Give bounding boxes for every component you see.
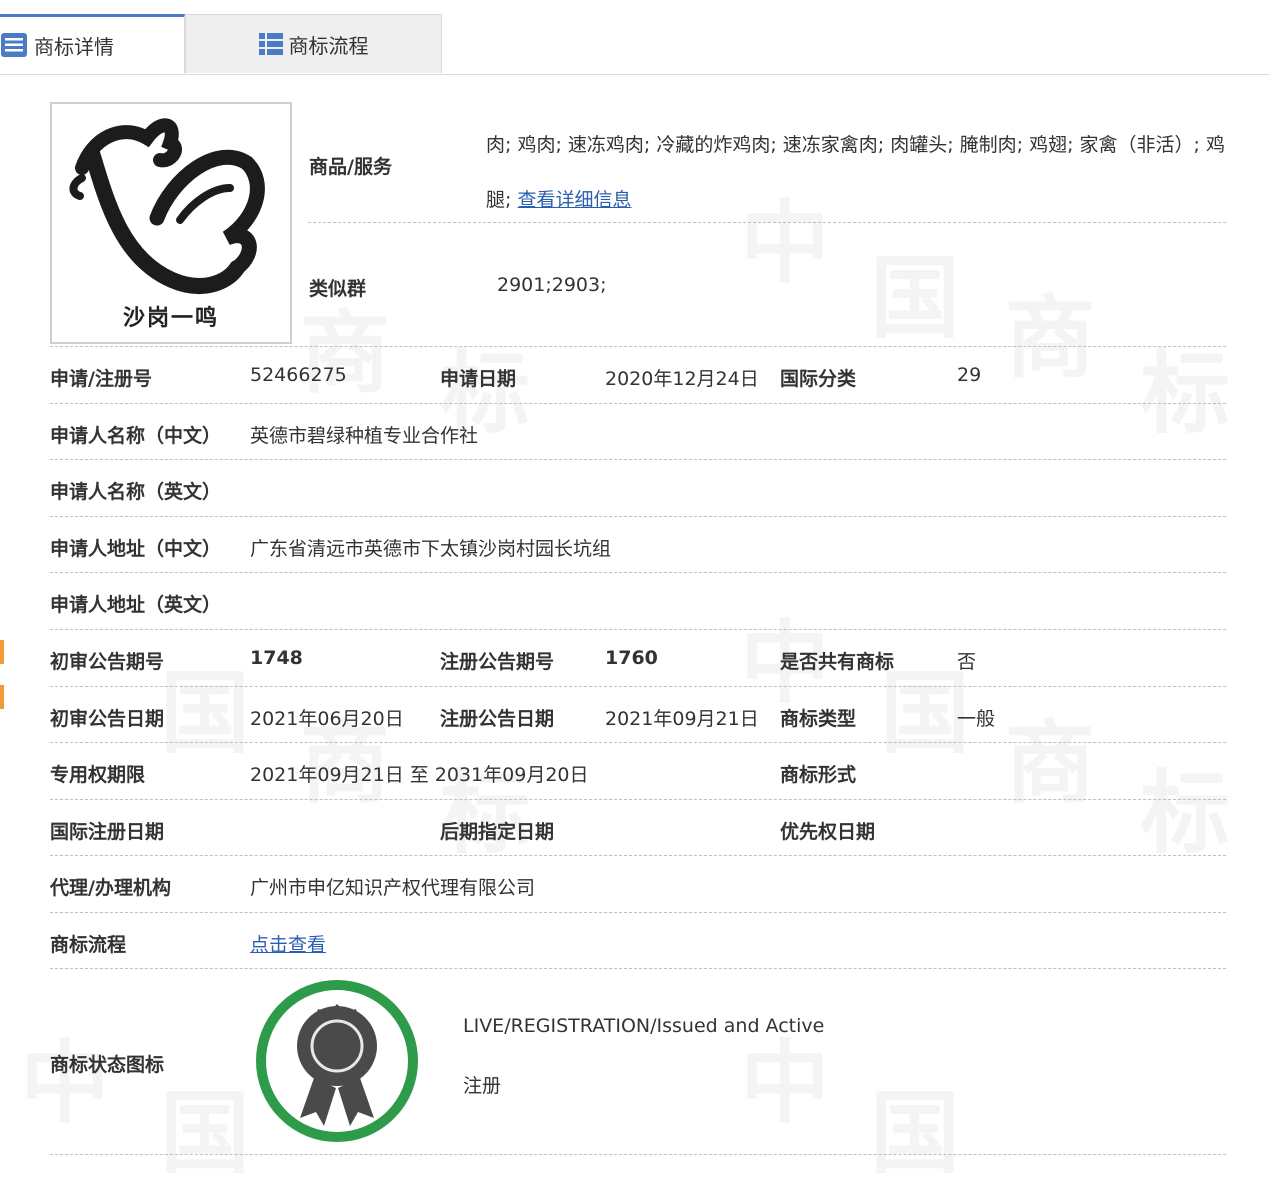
watermark: 国 — [870, 225, 960, 355]
tab-trademark-process[interactable]: 商标流程 — [185, 14, 442, 73]
status-label: 商标状态图标 — [50, 1054, 165, 1076]
prelim-date-value: 2021年06月20日 — [250, 708, 404, 730]
divider — [50, 742, 1226, 743]
divider — [50, 403, 1226, 404]
watermark: 国 — [160, 640, 250, 770]
tab-bar: 商标详情 商标流程 — [0, 0, 1269, 75]
divider — [50, 799, 1226, 800]
agent-value: 广州市申亿知识产权代理有限公司 — [250, 877, 536, 899]
logo-text: 沙岗一鸣 — [122, 305, 219, 331]
address-cn-label: 申请人地址（中文） — [50, 538, 222, 560]
rooster-logo-icon — [69, 118, 265, 294]
prelim-issue-value: 1748 — [250, 647, 303, 669]
divider — [50, 855, 1226, 856]
watermark: 商 — [1005, 265, 1095, 395]
divider — [50, 912, 1226, 913]
process-link[interactable]: 点击查看 — [250, 930, 326, 957]
watermark: 商 — [1005, 690, 1095, 820]
registered-badge-icon — [256, 980, 418, 1142]
watermark: 国 — [160, 1060, 250, 1190]
edge-marker — [0, 640, 4, 664]
prelim-date-label: 初审公告日期 — [50, 708, 165, 730]
divider — [50, 1154, 1226, 1155]
process-label: 商标流程 — [50, 934, 127, 956]
intl-class-value: 29 — [957, 364, 982, 386]
watermark: 国 — [870, 1060, 960, 1190]
address-en-label: 申请人地址（英文） — [50, 594, 222, 616]
prelim-issue-label: 初审公告期号 — [50, 651, 165, 673]
divider — [50, 629, 1226, 630]
applicant-en-label: 申请人名称（英文） — [50, 481, 222, 503]
app-date-label: 申请日期 — [440, 368, 517, 390]
view-detail-link[interactable]: 查看详细信息 — [517, 189, 631, 211]
divider — [50, 516, 1226, 517]
goods-label: 商品/服务 — [309, 156, 392, 178]
trademark-image: 沙岗一鸣 — [50, 102, 292, 344]
reg-issue-value: 1760 — [605, 647, 658, 669]
intl-class-label: 国际分类 — [780, 368, 857, 390]
divider — [308, 222, 1226, 223]
shared-label: 是否共有商标 — [780, 651, 895, 673]
reg-issue-label: 注册公告期号 — [440, 651, 555, 673]
edge-marker — [0, 685, 4, 709]
divider — [50, 459, 1226, 460]
divider — [50, 346, 1226, 347]
divider — [50, 572, 1226, 573]
priority-date-label: 优先权日期 — [780, 821, 876, 843]
exclusive-value: 2021年09月21日 至 2031年09月20日 — [250, 764, 589, 786]
divider — [50, 968, 1226, 969]
intl-reg-date-label: 国际注册日期 — [50, 821, 165, 843]
reg-date-label: 注册公告日期 — [440, 708, 555, 730]
similar-group-value: 2901;2903; — [497, 274, 607, 296]
watermark: 标 — [1140, 320, 1230, 450]
tab-trademark-detail[interactable]: 商标详情 — [0, 14, 185, 73]
applicant-cn-value: 英德市碧绿种植专业合作社 — [250, 425, 479, 447]
goods-list: 肉; 鸡肉; 速冻鸡肉; 冷藏的炸鸡肉; 速冻家禽肉; 肉罐头; 腌制肉; 鸡翅… — [486, 118, 1226, 228]
exclusive-label: 专用权期限 — [50, 764, 146, 786]
tab-label: 商标流程 — [288, 33, 369, 58]
table-list-icon — [258, 33, 283, 55]
reg-no-label: 申请/注册号 — [50, 368, 152, 390]
tm-type-label: 商标类型 — [780, 708, 857, 730]
status-en-text: LIVE/REGISTRATION/Issued and Active — [463, 1015, 825, 1037]
reg-no-value: 52466275 — [250, 364, 347, 386]
list-icon — [1, 33, 27, 57]
agent-label: 代理/办理机构 — [50, 877, 171, 899]
status-cn-text: 注册 — [463, 1075, 502, 1097]
tm-form-label: 商标形式 — [780, 764, 857, 786]
tab-label: 商标详情 — [34, 34, 114, 59]
divider — [50, 686, 1226, 687]
app-date-value: 2020年12月24日 — [605, 368, 759, 390]
shared-value: 否 — [957, 651, 977, 673]
address-cn-value: 广东省清远市英德市下太镇沙岗村园长坑组 — [250, 538, 612, 560]
reg-date-value: 2021年09月21日 — [605, 708, 759, 730]
similar-group-label: 类似群 — [309, 278, 367, 300]
later-date-label: 后期指定日期 — [440, 821, 555, 843]
applicant-cn-label: 申请人名称（中文） — [50, 425, 222, 447]
watermark: 标 — [1140, 740, 1230, 870]
tm-type-value: 一般 — [957, 708, 996, 730]
